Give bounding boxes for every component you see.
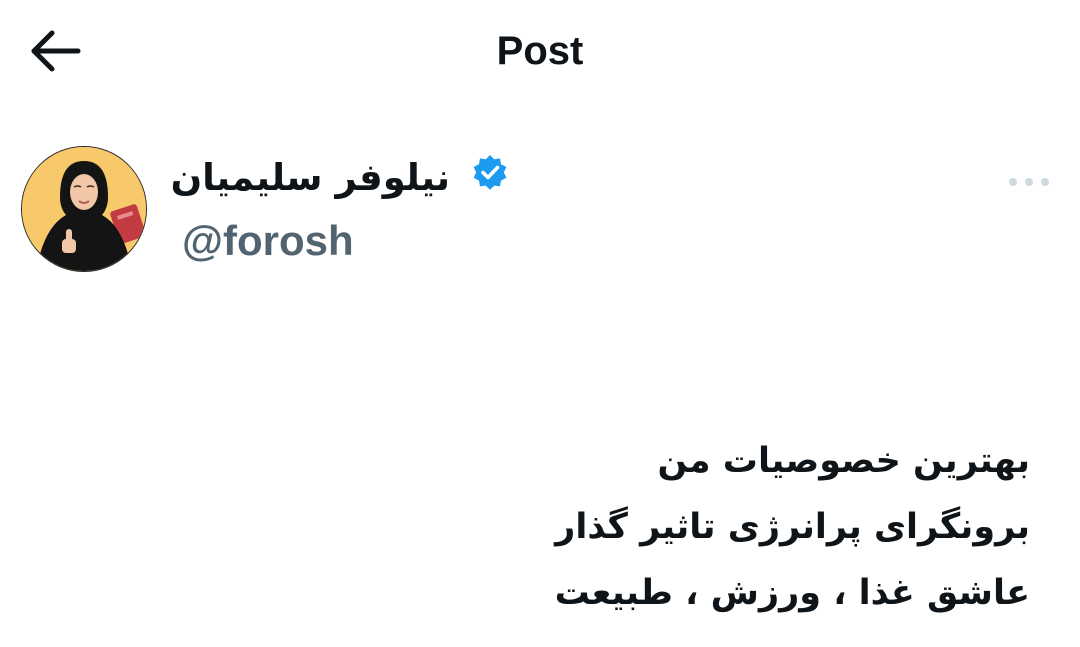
top-bar: Post — [0, 0, 1080, 100]
avatar-image — [22, 147, 146, 271]
more-horizontal-icon — [1009, 178, 1049, 186]
page-title: Post — [496, 29, 584, 73]
author-handle[interactable]: @forosh — [182, 214, 354, 268]
verified-badge-icon — [473, 155, 507, 190]
author-name[interactable]: نیلوفر سلیمیان — [171, 150, 450, 206]
post-body: بهترین خصوصیات من برونگرای پرانرژی تاثیر… — [330, 428, 1030, 626]
more-options-button[interactable] — [1006, 170, 1052, 194]
post-line-1: بهترین خصوصیات من — [657, 441, 1030, 481]
post-line-3: عاشق غذا ، ورزش ، طبیعت — [554, 573, 1030, 613]
post-line-2: برونگرای پرانرژی تاثیر گذار — [555, 507, 1030, 547]
avatar[interactable] — [21, 146, 147, 272]
verified-badge — [470, 153, 510, 193]
